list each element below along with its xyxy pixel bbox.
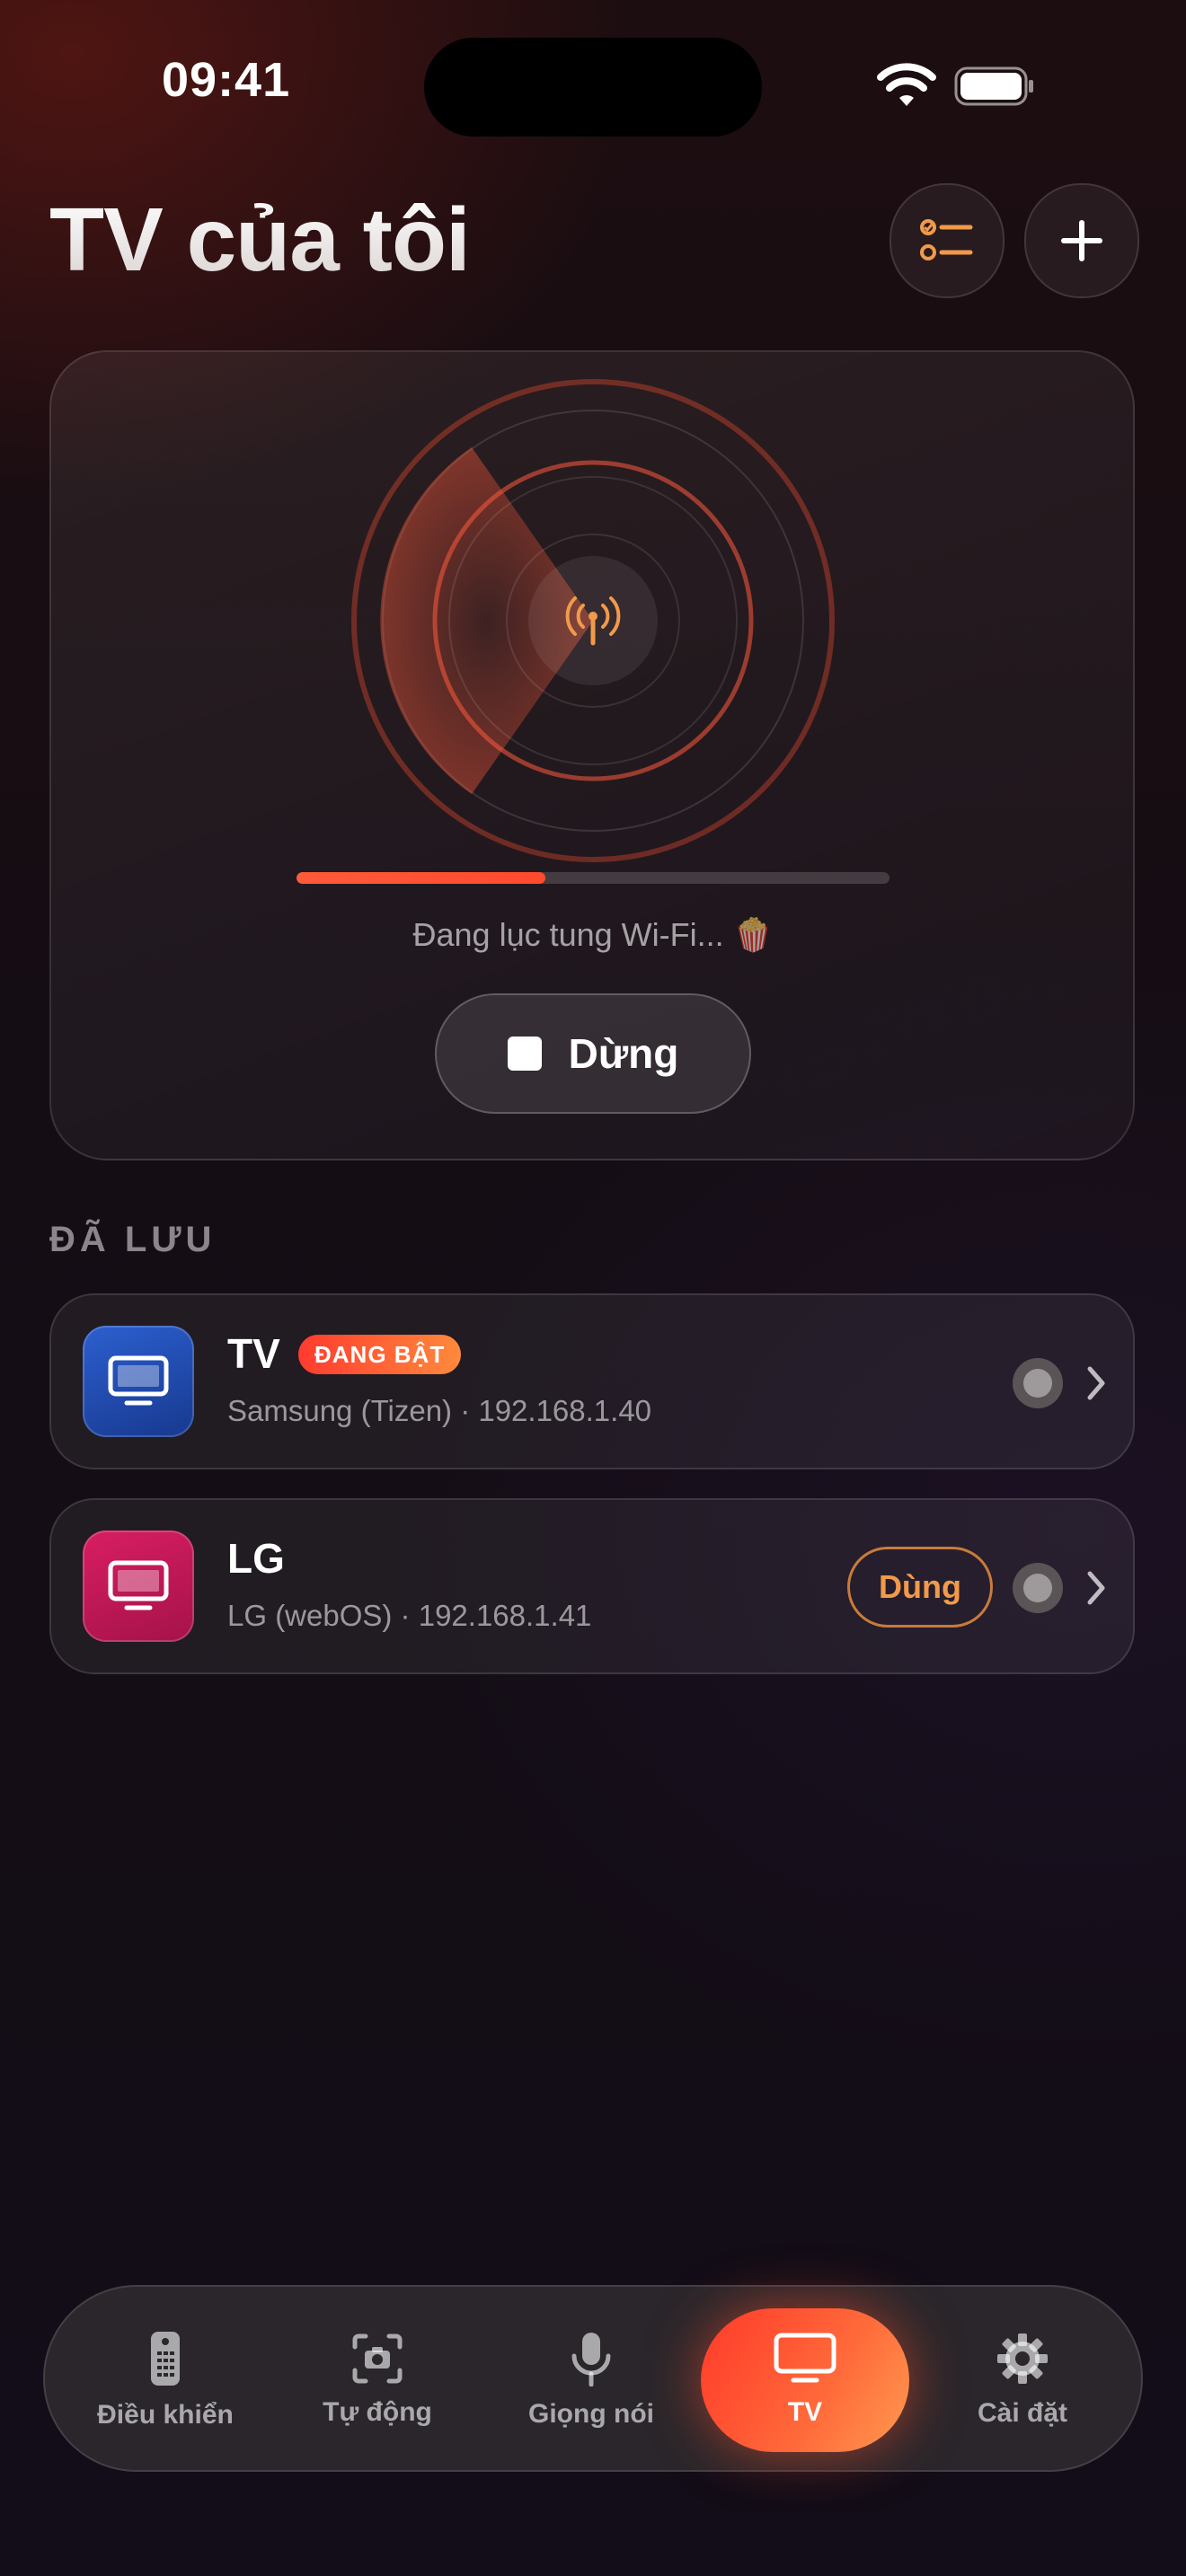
use-device-button[interactable]: Dùng bbox=[847, 1547, 993, 1628]
tab-voice[interactable]: Giọng nói bbox=[491, 2287, 692, 2474]
device-name: TV bbox=[227, 1330, 280, 1377]
saved-section-title: ĐÃ LƯU bbox=[49, 1220, 217, 1259]
battery-icon bbox=[954, 66, 1033, 106]
stop-icon bbox=[507, 1037, 542, 1071]
status-time: 09:41 bbox=[162, 53, 291, 107]
page-title: TV của tôi bbox=[49, 190, 471, 290]
device-name: LG bbox=[227, 1535, 285, 1582]
checklist-icon bbox=[920, 219, 973, 260]
tab-automation[interactable]: Tự động bbox=[277, 2287, 478, 2474]
tv-icon bbox=[83, 1531, 194, 1642]
tab-label: Giọng nói bbox=[528, 2399, 654, 2429]
chevron-right-icon bbox=[1087, 1366, 1105, 1400]
select-radio[interactable] bbox=[1013, 1563, 1063, 1613]
scan-status-text: Đang lục tung Wi-Fi... 🍿 bbox=[412, 916, 774, 953]
remote-icon bbox=[151, 2332, 180, 2386]
status-badge: ĐANG BẬT bbox=[298, 1335, 462, 1374]
add-tv-button[interactable] bbox=[1024, 183, 1139, 298]
tv-icon bbox=[83, 1326, 194, 1437]
microphone-icon bbox=[571, 2333, 611, 2386]
device-row-tv[interactable]: TV ĐANG BẬT Samsung (Tizen) · 192.168.1.… bbox=[49, 1293, 1135, 1469]
tab-settings[interactable]: Cài đặt bbox=[922, 2287, 1123, 2474]
dynamic-island bbox=[424, 38, 762, 137]
scan-progress-fill bbox=[296, 872, 546, 884]
radar-scanner bbox=[351, 379, 835, 862]
device-row-lg[interactable]: LG LG (webOS) · 192.168.1.41 Dùng bbox=[49, 1498, 1135, 1674]
plus-icon bbox=[1061, 220, 1102, 261]
stop-scan-button[interactable]: Dừng bbox=[435, 993, 751, 1114]
device-subtitle: LG (webOS) · 192.168.1.41 bbox=[227, 1599, 592, 1632]
tab-tv[interactable]: TV bbox=[701, 2308, 909, 2452]
tab-label: Điều khiển bbox=[97, 2400, 234, 2430]
tab-bar: Điều khiển Tự động Giọng nói TV Cài đặt bbox=[43, 2285, 1143, 2472]
gear-icon bbox=[997, 2333, 1048, 2384]
chevron-right-icon bbox=[1087, 1571, 1105, 1605]
tab-label: Cài đặt bbox=[977, 2398, 1068, 2428]
wifi-icon bbox=[877, 63, 936, 106]
tv-icon bbox=[774, 2333, 836, 2383]
device-subtitle: Samsung (Tizen) · 192.168.1.40 bbox=[227, 1394, 652, 1427]
checklist-button[interactable] bbox=[890, 183, 1005, 298]
select-radio[interactable] bbox=[1013, 1358, 1063, 1408]
tab-label: Tự động bbox=[323, 2397, 432, 2427]
scan-progress-bar bbox=[296, 872, 890, 884]
stop-button-label: Dừng bbox=[568, 1030, 679, 1077]
tab-label: TV bbox=[787, 2397, 823, 2427]
tab-remote[interactable]: Điều khiển bbox=[65, 2287, 266, 2474]
camera-scan-icon bbox=[352, 2333, 403, 2384]
